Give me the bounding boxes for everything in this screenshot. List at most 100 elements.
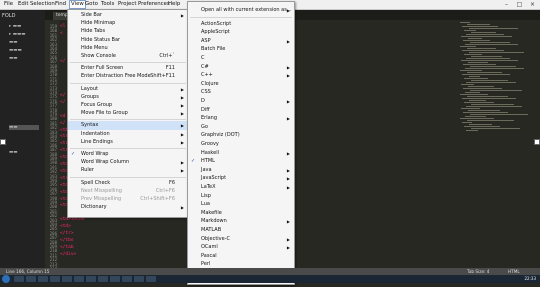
view-menu: Side Bar ▶ Hide Minimap Hide Tabs Hide Statu… xyxy=(67,9,189,218)
code-line[interactable]: <td> xyxy=(60,224,71,229)
submenu-arrow-icon: ▶ xyxy=(286,8,290,13)
minimap-line xyxy=(470,42,510,43)
menu-item-label: Ruler xyxy=(81,167,94,174)
taskbar-app-icon[interactable] xyxy=(110,276,120,282)
menu-item-enter-distraction-free-mode[interactable]: Enter Distraction Free Mode Shift+F11 xyxy=(68,72,188,81)
tree-item[interactable]: ▸ ▬▬ xyxy=(9,24,21,29)
minimap-line xyxy=(461,84,474,85)
code-line[interactable]: </tbo xyxy=(60,238,74,243)
menu-item-label: Open all with current extension as... xyxy=(201,7,292,13)
tree-item[interactable]: ▬▬ xyxy=(9,56,18,61)
taskbar-app-icon[interactable] xyxy=(122,276,132,282)
minimap-line xyxy=(463,64,496,65)
menu-item-show-console[interactable]: Show Console Ctrl+` xyxy=(68,52,188,61)
minimap-line xyxy=(468,38,482,39)
minimap-line xyxy=(462,122,472,123)
menu-separator xyxy=(190,17,292,19)
menu-selection[interactable]: Selection xyxy=(29,1,56,8)
menu-item-shortcut: Shift+F11 xyxy=(150,73,175,80)
taskbar-app-icon[interactable] xyxy=(86,276,96,282)
minimap-line xyxy=(466,82,516,83)
code-line[interactable]: </ xyxy=(60,100,65,105)
taskbar-app-icon[interactable] xyxy=(50,276,60,282)
minimap-line xyxy=(469,100,486,101)
code-line[interactable]: <l xyxy=(60,24,65,29)
menu-item-line-endings[interactable]: Line Endings ▶ xyxy=(68,138,188,147)
menu-separator xyxy=(70,62,186,64)
minimap-line xyxy=(468,62,488,63)
minimap-line xyxy=(460,46,476,47)
code-line[interactable]: </div> xyxy=(60,252,76,257)
code-line[interactable]: </tab xyxy=(60,245,74,250)
taskbar-app-icon[interactable] xyxy=(146,276,156,282)
menu-help[interactable]: Help xyxy=(167,1,181,8)
taskbar-clock: 22:33 xyxy=(524,276,536,281)
menu-preferences[interactable]: Preferences xyxy=(137,1,171,8)
taskbar-app-icon[interactable] xyxy=(134,276,144,282)
minimap-line xyxy=(468,110,500,111)
close-icon[interactable]: × xyxy=(526,0,539,9)
menu-edit[interactable]: Edit xyxy=(17,1,29,8)
tree-item-selected[interactable]: ▬▬ xyxy=(9,125,39,130)
minimap-line xyxy=(466,34,504,35)
minimap-line xyxy=(462,26,498,27)
resize-handle[interactable] xyxy=(0,139,6,145)
tree-item[interactable]: ▬▬▬ xyxy=(9,48,22,53)
sidebar xyxy=(0,10,45,268)
minimap-line xyxy=(467,24,490,25)
tree-item[interactable]: ▸ ▬▬▬ xyxy=(9,32,25,37)
menu-separator xyxy=(70,176,186,178)
code-line[interactable]: </ xyxy=(60,121,65,126)
taskbar-app-icon[interactable] xyxy=(14,276,24,282)
minimize-icon[interactable]: – xyxy=(500,0,513,9)
menu-separator xyxy=(70,119,186,121)
minimap-line xyxy=(460,94,488,95)
status-syntax[interactable]: HTML xyxy=(508,269,520,274)
code-line[interactable]: </tr> xyxy=(60,231,74,236)
minimap-line xyxy=(470,114,528,115)
minimap-line xyxy=(467,72,502,73)
taskbar-app-icon[interactable] xyxy=(26,276,36,282)
menu-separator xyxy=(70,82,186,84)
maximize-icon[interactable]: □ xyxy=(513,0,526,9)
menu-item-label: Enter Distraction Free Mode xyxy=(81,73,151,80)
submenu-arrow-icon: ▶ xyxy=(180,205,184,211)
minimap-line xyxy=(465,116,486,117)
status-position: Line 166, Column 15 xyxy=(6,269,50,274)
menu-project[interactable]: Project xyxy=(117,1,137,8)
minimap-line xyxy=(460,70,482,71)
taskbar-app-icon[interactable] xyxy=(38,276,48,282)
menu-find[interactable]: Find xyxy=(54,1,67,8)
minimap-line xyxy=(467,48,496,49)
code-line[interactable]: <d xyxy=(60,114,65,119)
code-line[interactable]: < xyxy=(60,31,63,36)
code-line[interactable]: </ xyxy=(60,93,65,98)
menu-item-ruler[interactable]: Ruler ▶ xyxy=(68,166,188,175)
taskbar: 22:33 xyxy=(0,275,540,283)
minimap[interactable] xyxy=(460,22,535,132)
minimap-line xyxy=(464,78,488,79)
minimap-line xyxy=(466,106,522,107)
taskbar-app-icon[interactable] xyxy=(62,276,72,282)
menu-file[interactable]: File xyxy=(3,1,14,8)
minimap-line xyxy=(462,50,504,51)
menu-goto[interactable]: Goto xyxy=(84,1,99,8)
menu-item-dictionary[interactable]: Dictionary ▶ xyxy=(68,203,188,212)
taskbar-app-icon[interactable] xyxy=(74,276,84,282)
taskbar-app-icon[interactable] xyxy=(98,276,108,282)
menu-item-shortcut: Ctrl+` xyxy=(159,53,175,59)
status-tab-size[interactable]: Tab Size: 4 xyxy=(467,269,489,274)
minimap-line xyxy=(469,124,492,125)
minimap-line xyxy=(460,118,494,119)
tree-item[interactable]: ▬▬ xyxy=(9,150,18,155)
tree-item[interactable]: ▬▬ xyxy=(9,40,18,45)
resize-handle[interactable] xyxy=(534,139,540,145)
menu-tools[interactable]: Tools xyxy=(100,1,115,8)
minimap-line xyxy=(466,130,478,131)
minimap-line xyxy=(461,60,518,61)
menu-item-move-file-to-group[interactable]: Move File to Group ▶ xyxy=(68,109,188,118)
start-button-icon[interactable] xyxy=(2,275,10,283)
code-line[interactable]: </ xyxy=(60,59,65,64)
menu-item-open-all-with-current-extension-as[interactable]: Open all with current extension as... ▶ xyxy=(188,6,294,15)
line-gutter: 159 160 161 162 163 164 165 166 167 168 169 170 171 1… xyxy=(45,20,59,275)
